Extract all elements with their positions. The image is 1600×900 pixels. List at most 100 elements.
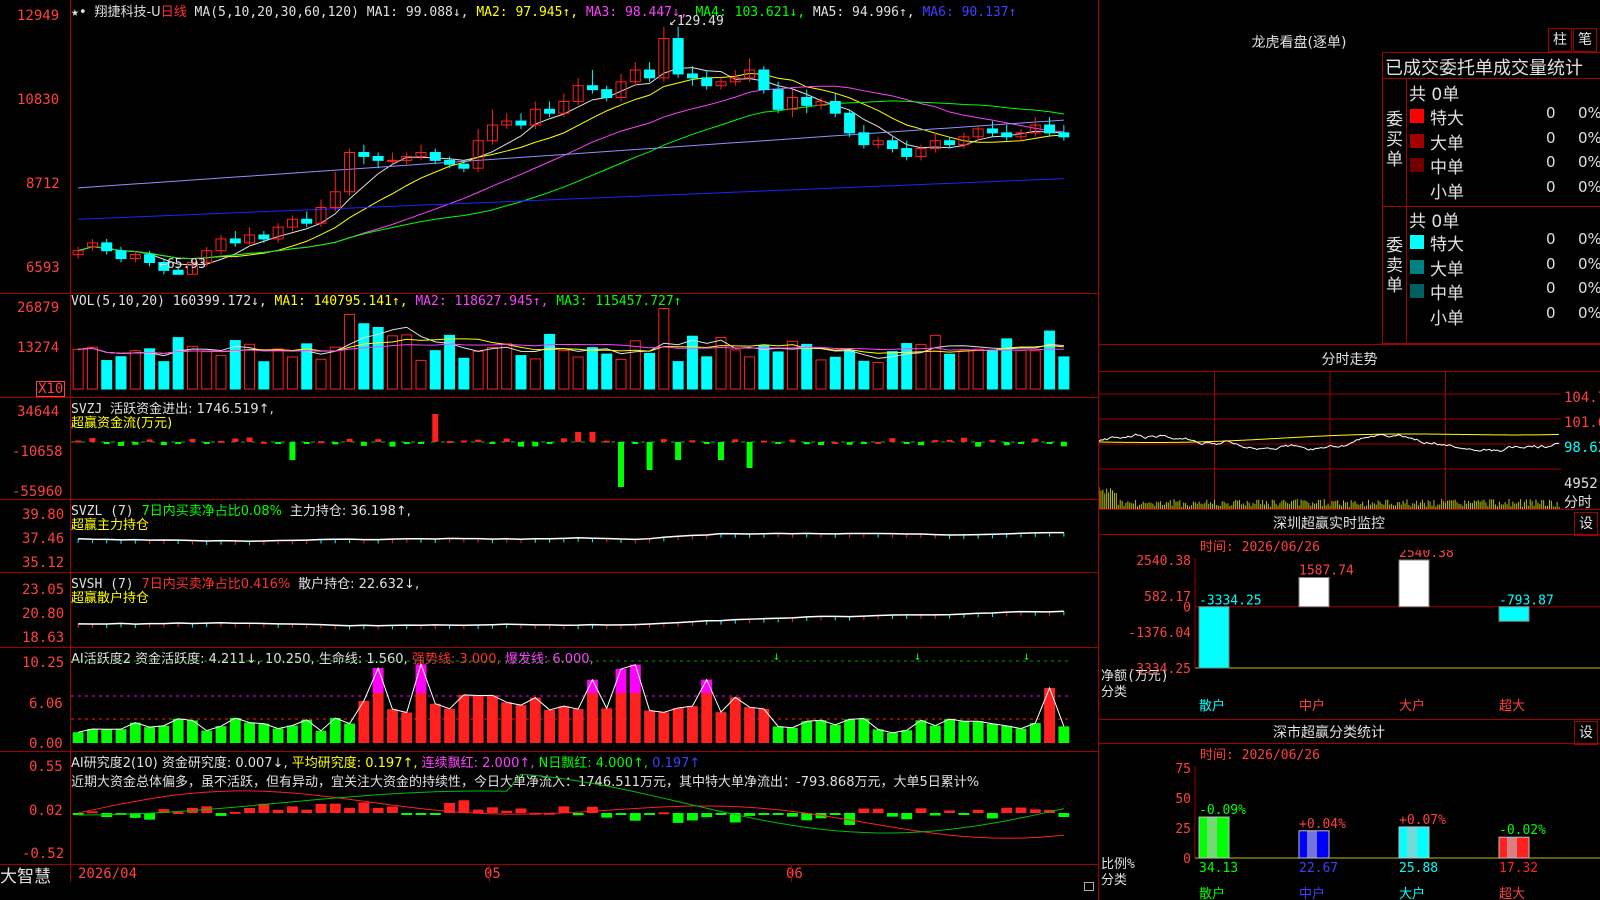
candle-body: [101, 242, 113, 252]
svzj-bar: [518, 442, 524, 447]
ai1-bar: [787, 727, 798, 743]
ai2-bar: [687, 813, 698, 821]
order-count: 0: [1546, 104, 1556, 122]
time-axis-06: 06: [786, 866, 803, 882]
ai1-bar: [715, 712, 727, 743]
ai2-bar: [872, 808, 884, 813]
vol-chart[interactable]: [71, 293, 1097, 397]
ai1-bar: [887, 732, 898, 743]
ai2-bar: [458, 800, 470, 813]
svzj-bar: [760, 440, 767, 443]
svzj-bar: [889, 438, 896, 442]
ai1-bar: [244, 722, 255, 743]
lhb-header: 已成交委托单成交量统计: [1385, 58, 1583, 79]
ai1-bar: [287, 725, 298, 743]
ai2-bar: [744, 813, 755, 816]
legend-swatch: [1410, 182, 1424, 197]
vol-ytick: 13274: [17, 340, 60, 356]
ai1-bar: [344, 723, 355, 743]
svzj-chart[interactable]: [71, 397, 1097, 499]
candle-body: [601, 89, 613, 99]
svzj-bar: [932, 440, 939, 443]
ai1-bar-top: [629, 664, 641, 693]
ai2-bar: [415, 813, 427, 815]
svzl-chart[interactable]: [71, 499, 1097, 572]
vol-bar: [115, 356, 127, 390]
sz-class-axis-label-2: 分类: [1101, 873, 1127, 888]
sz-monitor-chart[interactable]: 2540.38582.170-1376.04-3334.25-3334.25散户…: [1099, 550, 1600, 720]
ai2-bar: [701, 813, 713, 818]
candle-body: [544, 108, 556, 114]
svzj-bar: [246, 437, 253, 442]
ai1-bar: [829, 724, 841, 743]
brand-logo[interactable]: 大智慧: [0, 862, 51, 887]
ai2-chart[interactable]: [71, 751, 1097, 864]
vol-bar: [601, 353, 613, 390]
legend-swatch: [1410, 259, 1424, 274]
sz-class-category: 中户: [1299, 886, 1325, 900]
vol-bar: [686, 335, 698, 390]
order-count: 0: [1546, 230, 1556, 248]
ai2-bar: [858, 808, 870, 813]
kline-ytick: 8712: [26, 176, 60, 192]
order-percent: 0%: [1578, 177, 1600, 196]
svzl-line: [78, 531, 1064, 542]
ai2-bar: [329, 803, 341, 813]
sz-monitor-value: 1587.74: [1299, 564, 1354, 579]
candle-body: [386, 159, 398, 162]
order-percent: 0%: [1578, 230, 1600, 248]
order-percent: 0%: [1578, 104, 1600, 122]
stroke-mode-button[interactable]: 笔: [1573, 28, 1597, 52]
svzj-bar: [1003, 442, 1010, 446]
candle-body: [229, 238, 241, 244]
order-type-label: 大单: [1430, 259, 1464, 280]
ai1-bar: [544, 709, 555, 743]
svzj-bar: [575, 432, 582, 442]
ai1-bar: [429, 703, 441, 743]
ai1-bar: [215, 726, 227, 743]
ma120-line: [78, 178, 1064, 220]
ai2-bar: [1015, 807, 1027, 813]
intraday-chart[interactable]: [1099, 372, 1561, 509]
sz-monitor-settings-button[interactable]: 设: [1574, 512, 1598, 536]
ai1-bar: [972, 721, 984, 743]
ai1-chart[interactable]: ↓ ↓ ↓: [71, 647, 1097, 751]
legend-swatch: [1410, 133, 1424, 148]
intraday-vol-tick: 4952: [1564, 476, 1598, 492]
sz-class-bar-highlight: [1307, 830, 1317, 858]
vol-bar: [72, 348, 84, 390]
svsh-chart[interactable]: [71, 572, 1097, 647]
ai1-bar: [201, 730, 213, 743]
sz-class-settings-button[interactable]: 设: [1574, 721, 1598, 745]
svzj-bar: [689, 440, 696, 443]
sz-monitor-axis-label-2: 分类: [1101, 685, 1127, 700]
tick-05: [489, 864, 490, 882]
vol-bar: [158, 361, 170, 390]
sz-class-ytick: 0: [1183, 852, 1191, 867]
vol-bar: [344, 313, 356, 390]
ai1-bar: [87, 729, 98, 743]
ai1-bar-top: [615, 668, 627, 693]
sz-class-category: 大户: [1399, 886, 1425, 900]
bar-mode-button[interactable]: 柱: [1548, 28, 1572, 52]
ai2-bar: [958, 813, 970, 815]
svzj-bar: [318, 441, 324, 444]
lock-icon[interactable]: [1084, 882, 1094, 891]
svsh-ytick: 23.05: [22, 582, 65, 598]
ai1-bar: [458, 694, 470, 743]
ai1-bar: [601, 708, 613, 743]
vol-bar: [186, 345, 198, 390]
sz-monitor-bottom-line: [1099, 719, 1600, 720]
vol-bar: [486, 346, 498, 390]
svzj-bar: [1046, 442, 1053, 444]
svzj-bar: [675, 442, 682, 460]
intraday-bottom-line: [1099, 509, 1600, 510]
vol-bar: [701, 356, 713, 390]
ai1-bar: [1001, 725, 1013, 743]
sz-class-chart[interactable]: 75 50 25 0 -0.09% 34.13 散户 +0.04% 22.67 中户 +0.07% 2…: [1099, 756, 1600, 900]
vol-bar: [372, 326, 384, 390]
kline-chart[interactable]: ↙129.49 ←65.93: [71, 0, 1097, 292]
vol-bar: [586, 347, 598, 390]
svzj-bar: [360, 442, 367, 446]
vol-unit: X10: [36, 381, 66, 397]
